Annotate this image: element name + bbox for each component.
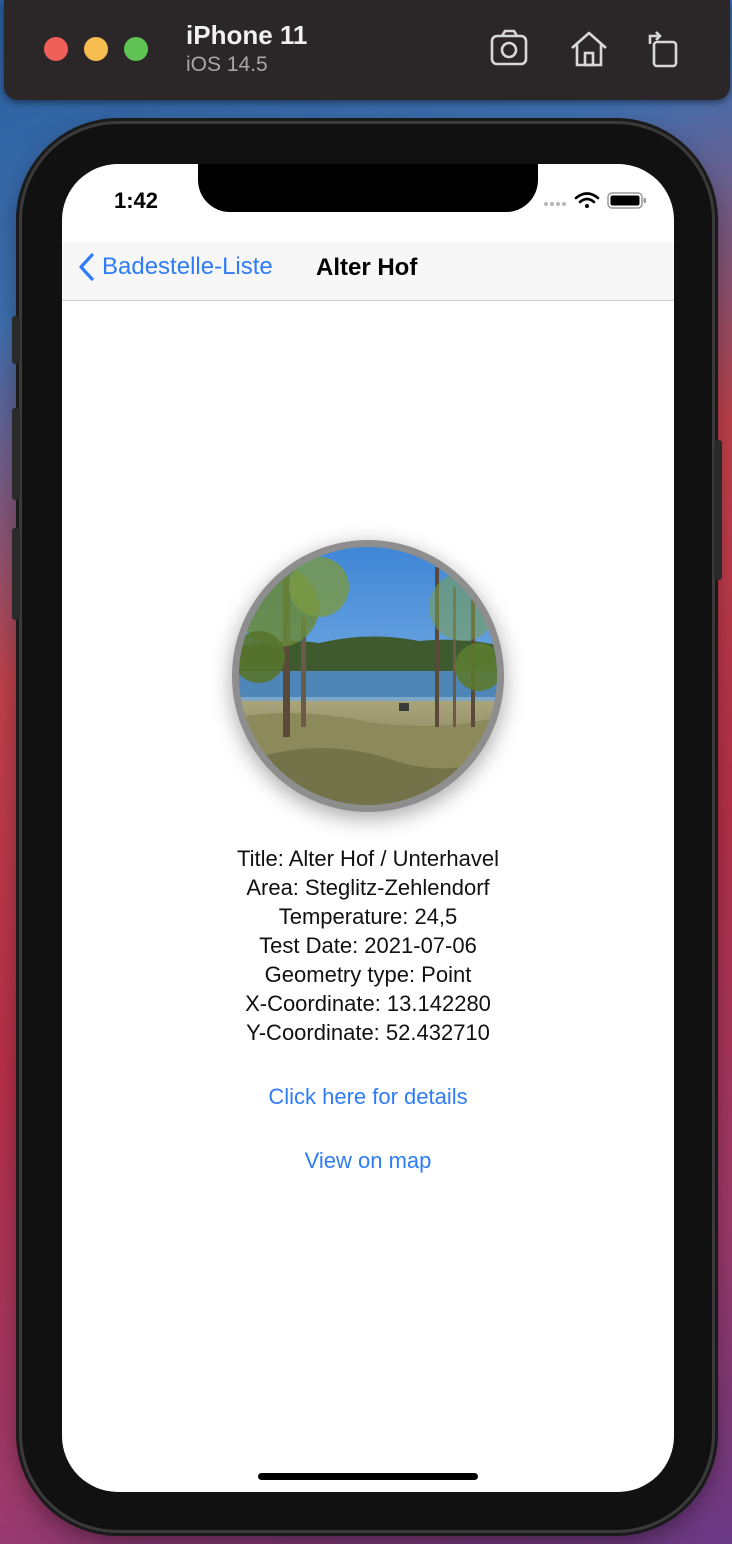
close-window-button[interactable] — [44, 37, 68, 61]
minimize-window-button[interactable] — [84, 37, 108, 61]
zoom-window-button[interactable] — [124, 37, 148, 61]
mute-switch — [12, 316, 20, 364]
detail-area: Area: Steglitz-Zehlendorf — [246, 875, 490, 900]
screenshot-icon[interactable] — [486, 26, 532, 72]
home-icon[interactable] — [566, 26, 612, 72]
details-link[interactable]: Click here for details — [62, 1084, 674, 1110]
detail-title: Title: Alter Hof / Unterhavel — [236, 846, 500, 871]
home-indicator[interactable] — [258, 1473, 478, 1480]
back-button-label: Badestelle-Liste — [102, 253, 273, 280]
detail-x-coordinate: X-Coordinate: 13.142280 — [245, 991, 491, 1016]
view-on-map-link[interactable]: View on map — [62, 1148, 674, 1174]
bathing-spot-photo — [232, 540, 504, 812]
notch — [198, 164, 538, 212]
device-name: iPhone 11 — [186, 20, 308, 50]
status-icons — [544, 192, 646, 209]
lake-photo-illustration — [239, 547, 497, 805]
details-text: Title: Alter Hof / Unterhavel Area: Steg… — [62, 844, 674, 1047]
detail-y-coordinate: Y-Coordinate: 52.432710 — [246, 1020, 490, 1045]
phone-frame: 1:42 Badestelle-Liste Alter Hof Title: A… — [12, 124, 722, 1530]
battery-icon — [607, 192, 646, 209]
power-button — [714, 440, 722, 580]
chevron-left-icon — [79, 253, 94, 281]
wifi-icon — [574, 192, 600, 208]
detail-temperature: Temperature: 24,5 — [278, 904, 458, 929]
detail-geometry-type: Geometry type: Point — [264, 962, 472, 987]
detail-test-date: Test Date: 2021-07-06 — [259, 933, 477, 958]
simulator-titlebar: iPhone 11 iOS 14.5 — [4, 0, 730, 100]
volume-down-button — [12, 528, 20, 620]
status-time: 1:42 — [114, 188, 159, 213]
volume-up-button — [12, 408, 20, 500]
phone-screen: 1:42 Badestelle-Liste Alter Hof Title: A… — [62, 164, 674, 1492]
cellular-icon — [544, 202, 566, 206]
navigation-bar: Badestelle-Liste Alter Hof — [62, 242, 674, 301]
rotate-icon[interactable] — [640, 26, 686, 72]
back-button[interactable]: Badestelle-Liste — [78, 252, 273, 282]
page-title: Alter Hof — [316, 254, 418, 281]
os-version: iOS 14.5 — [186, 53, 268, 76]
